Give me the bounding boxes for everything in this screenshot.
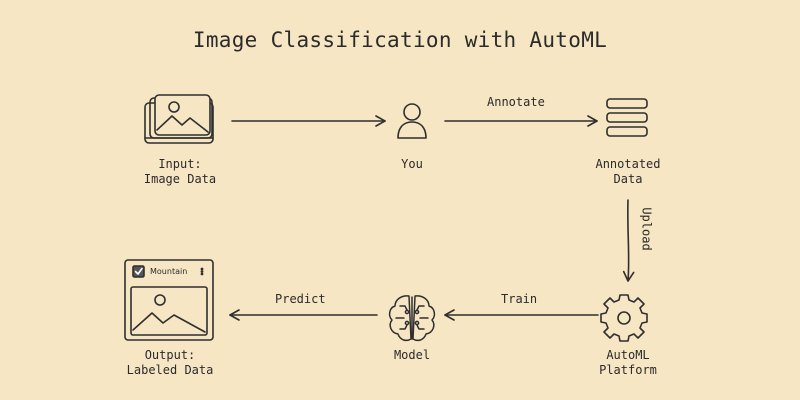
image-stack-icon: [144, 94, 214, 144]
output-node-label: Output: Labeled Data: [115, 348, 225, 378]
you-label: You: [401, 157, 423, 171]
diagram-canvas: Image Classification with AutoML Mountai…: [0, 0, 800, 400]
model-node-label: Model: [372, 348, 452, 363]
edge-label-train: Train: [501, 292, 538, 306]
diagram-svg: Mountain: [124, 94, 648, 342]
automl-label-line2: Platform: [599, 363, 657, 377]
arrow-annotated-to-automl: [622, 199, 635, 282]
automl-label-line1: AutoML: [606, 348, 650, 362]
annotated-label-line1: Annotated: [595, 157, 661, 171]
edge-label-annotate: Annotate: [487, 95, 545, 109]
model-label: Model: [393, 348, 431, 362]
input-label-line2: Image Data: [143, 172, 217, 186]
edge-label-upload: Upload: [639, 207, 654, 251]
annotated-node-label: Annotated Data: [578, 157, 678, 187]
person-icon: [397, 103, 427, 139]
output-tag-label: Mountain: [150, 267, 187, 276]
gear-icon: [600, 294, 648, 342]
edge-label-predict: Predict: [275, 292, 326, 306]
input-node-label: Input: Image Data: [130, 157, 230, 187]
data-stack-icon: [606, 98, 648, 137]
output-label-line1: Output:: [144, 348, 196, 362]
automl-node-label: AutoML Platform: [578, 348, 678, 378]
brain-icon: [388, 295, 436, 342]
input-label-line1: Input:: [158, 157, 202, 171]
annotated-label-line2: Data: [613, 172, 643, 186]
output-label-line2: Labeled Data: [126, 363, 214, 377]
you-node-label: You: [372, 157, 452, 172]
